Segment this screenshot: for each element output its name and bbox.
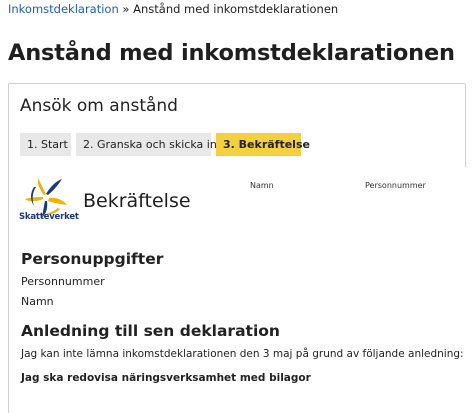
step-start[interactable]: 1. Start — [20, 133, 71, 156]
field-label-namn: Namn — [21, 295, 54, 308]
step-review-submit[interactable]: 2. Granska och skicka in — [76, 133, 217, 156]
field-label-personnummer: Personnummer — [21, 275, 105, 288]
breadcrumb-separator: » — [118, 2, 134, 16]
header-label-namn: Namn — [250, 181, 274, 190]
breadcrumb-current: Anstånd med inkomstdeklarationen — [133, 2, 339, 16]
reason-value: Jag ska redovisa näringsverksamhet med b… — [21, 372, 311, 384]
step-indicator: 1. Start 2. Granska och skicka in 3. Bek… — [20, 133, 310, 156]
personal-info-heading: Personuppgifter — [21, 250, 164, 268]
logo-wordmark: Skatteverket — [19, 212, 79, 222]
reason-intro-text: Jag kan inte lämna inkomstdeklarationen … — [21, 348, 464, 360]
application-card: Ansök om anstånd 1. Start 2. Granska och… — [8, 83, 466, 413]
header-label-personnummer: Personnummer — [365, 181, 426, 190]
reason-heading: Anledning till sen deklaration — [21, 322, 280, 340]
confirmation-title: Bekräftelse — [83, 190, 191, 212]
confirmation-document: Skatteverket Bekräftelse Namn Personnumm… — [10, 167, 466, 413]
card-title: Ansök om anstånd — [20, 96, 178, 116]
page-title: Anstånd med inkomstdeklarationen — [8, 40, 455, 66]
breadcrumb-link-inkomstdeklaration[interactable]: Inkomstdeklaration — [8, 2, 119, 16]
page: Inkomstdeklaration » Anstånd med inkomst… — [0, 0, 474, 413]
step-confirmation[interactable]: 3. Bekräftelse — [216, 133, 310, 156]
breadcrumb: Inkomstdeklaration » Anstånd med inkomst… — [8, 2, 338, 16]
